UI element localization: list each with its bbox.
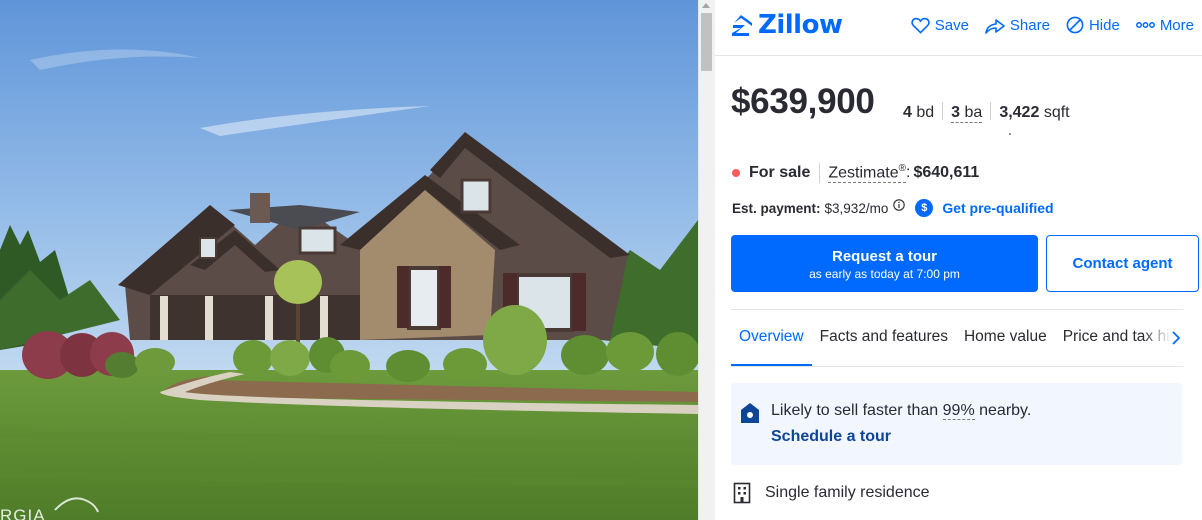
- insight-text: Likely to sell faster than 99% nearby.: [771, 402, 1031, 420]
- request-tour-subtitle: as early as today at 7:00 pm: [809, 267, 960, 281]
- schedule-tour-link[interactable]: Schedule a tour: [771, 428, 891, 446]
- contact-agent-button[interactable]: Contact agent: [1046, 235, 1199, 292]
- listing-photo[interactable]: RGIA: [0, 0, 698, 520]
- scrollbar-up-arrow-icon[interactable]: [702, 3, 710, 8]
- pre-qualify-label: Get pre-qualified: [942, 200, 1054, 216]
- tab-overview[interactable]: Overview: [731, 310, 812, 366]
- more-button[interactable]: More: [1135, 16, 1194, 34]
- photo-watermark: RGIA: [0, 506, 46, 520]
- sqft-value: 3,422: [999, 104, 1040, 121]
- payment-row: Est. payment: $3,932/mo $ Get pre-qualif…: [732, 199, 1054, 217]
- save-button[interactable]: Save: [910, 16, 969, 34]
- home-insight-icon: [741, 403, 759, 423]
- baths-value: 3: [951, 104, 961, 121]
- zillow-house-icon: [732, 15, 752, 36]
- share-button[interactable]: Share: [985, 17, 1050, 34]
- logo-text: Zillow: [758, 10, 843, 40]
- save-label: Save: [934, 16, 969, 34]
- zestimate-text: Zestimate: [828, 164, 899, 182]
- home-type-label: Single family residence: [765, 484, 930, 501]
- insight-percent[interactable]: 99%: [942, 402, 975, 420]
- payment-value: $3,932/mo: [824, 200, 889, 216]
- more-label: More: [1159, 16, 1194, 34]
- hide-button[interactable]: Hide: [1066, 16, 1120, 34]
- sqft-unit: sqft: [1043, 104, 1070, 121]
- pre-qualify-link[interactable]: $ Get pre-qualified: [915, 199, 1054, 217]
- top-bar: Zillow Save Share Hide More: [715, 0, 1202, 56]
- beds-fact: 4 bd: [903, 104, 934, 122]
- status-divider: [819, 163, 821, 184]
- listing-details-panel: Zillow Save Share Hide More $639,900 4 b…: [715, 0, 1202, 520]
- listing-price: $639,900: [731, 82, 875, 121]
- zestimate-colon: :: [905, 164, 911, 182]
- hide-label: Hide: [1088, 16, 1120, 34]
- insight-text-after: nearby.: [974, 402, 1032, 419]
- share-icon: [985, 18, 1005, 34]
- facts-divider: [990, 102, 992, 120]
- facts-divider: [942, 102, 944, 120]
- tab-home-value[interactable]: Home value: [956, 310, 1055, 366]
- home-type-feature: Single family residence: [733, 482, 930, 504]
- tab-list: Overview Facts and features Home value P…: [731, 310, 1183, 366]
- info-icon[interactable]: [893, 199, 906, 211]
- hide-icon: [1066, 16, 1084, 34]
- beds-unit: bd: [916, 104, 935, 121]
- payment-label: Est. payment:: [732, 200, 821, 216]
- for-sale-status-dot: [732, 169, 740, 178]
- share-label: Share: [1009, 16, 1050, 34]
- listing-facts: 4 bd 3 ba 3,422 sqft: [903, 99, 1070, 123]
- zestimate-value: $640,611: [913, 164, 980, 182]
- scrollbar-track[interactable]: [698, 0, 715, 520]
- request-tour-button[interactable]: Request a tour as early as today at 7:00…: [731, 235, 1038, 292]
- dollar-badge-icon: $: [915, 199, 934, 217]
- tab-facts-and-features[interactable]: Facts and features: [812, 310, 956, 366]
- status-row: For sale Zestimate®: $640,611: [732, 163, 980, 184]
- listing-actions: Save Share Hide More: [895, 16, 1194, 34]
- details-tabs: Overview Facts and features Home value P…: [731, 309, 1183, 367]
- baths-unit: ba: [964, 104, 983, 121]
- request-tour-label: Request a tour: [831, 248, 937, 265]
- baths-fact[interactable]: 3 ba: [951, 104, 983, 123]
- zillow-logo[interactable]: Zillow: [729, 10, 843, 40]
- address-placeholder-dot: [1009, 133, 1011, 135]
- sell-faster-insight: Likely to sell faster than 99% nearby. S…: [731, 383, 1182, 465]
- more-icon: [1135, 22, 1155, 28]
- insight-text-before: Likely to sell faster than: [771, 402, 943, 419]
- scrollbar-thumb[interactable]: [701, 13, 712, 71]
- chevron-right-icon[interactable]: [1171, 330, 1181, 346]
- building-icon: [733, 482, 751, 504]
- status-label: For sale: [749, 164, 811, 182]
- registered-mark: ®: [898, 163, 906, 174]
- heart-icon: [910, 17, 930, 34]
- beds-value: 4: [903, 104, 912, 121]
- sqft-fact: 3,422 sqft: [999, 104, 1069, 122]
- house-photo-illustration: [0, 0, 698, 520]
- zestimate-label[interactable]: Zestimate®: [828, 163, 906, 184]
